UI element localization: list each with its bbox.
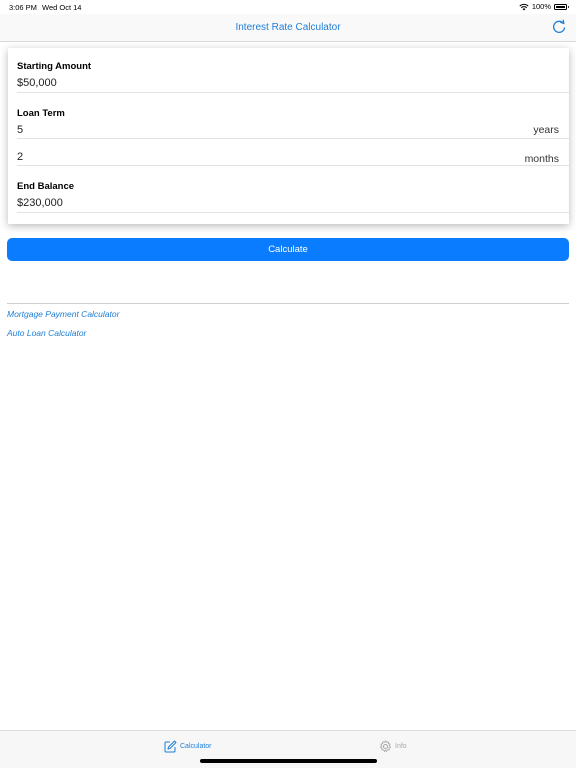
tab-calculator[interactable]: Calculator <box>164 740 212 753</box>
status-date: Wed Oct 14 <box>42 3 82 12</box>
status-bar: 3:06 PM Wed Oct 14 100% <box>0 0 576 14</box>
calculate-button[interactable]: Calculate <box>7 238 569 261</box>
end-balance-value: 230,000 <box>23 197 63 209</box>
end-balance-label: End Balance <box>17 181 75 192</box>
home-indicator <box>200 759 377 763</box>
starting-amount-label: Starting Amount <box>17 61 92 72</box>
end-balance-input[interactable]: $230,000 <box>17 197 63 209</box>
auto-loan-calculator-link[interactable]: Auto Loan Calculator <box>7 328 86 338</box>
battery-percent: 100% <box>531 2 551 11</box>
months-unit-label: months <box>524 153 559 165</box>
field-divider <box>17 212 569 213</box>
links-divider <box>7 303 569 304</box>
refresh-icon[interactable] <box>551 19 567 35</box>
gear-icon <box>379 740 392 752</box>
field-divider <box>17 92 569 93</box>
battery-icon <box>554 3 569 10</box>
wifi-icon <box>519 3 529 10</box>
field-divider <box>17 165 569 166</box>
tab-info-label: Info <box>395 743 407 750</box>
tab-info[interactable]: Info <box>379 740 407 753</box>
status-time: 3:06 PM <box>9 3 37 12</box>
page-title: Interest Rate Calculator <box>235 22 341 33</box>
mortgage-calculator-link[interactable]: Mortgage Payment Calculator <box>7 309 119 319</box>
years-unit-label: years <box>533 124 559 136</box>
field-divider <box>17 138 569 139</box>
status-indicators: 100% <box>519 2 569 11</box>
pencil-square-icon <box>164 740 177 753</box>
loan-term-label: Loan Term <box>17 108 65 119</box>
loan-term-years-input[interactable]: 5 <box>17 124 23 136</box>
calculator-form-card: Starting Amount $50,000 Loan Term 5 year… <box>8 48 569 224</box>
nav-bar: Interest Rate Calculator <box>0 14 576 42</box>
starting-amount-input[interactable]: $50,000 <box>17 77 57 89</box>
starting-amount-value: 50,000 <box>23 77 57 89</box>
tab-calculator-label: Calculator <box>180 743 212 750</box>
loan-term-months-input[interactable]: 2 <box>17 151 23 163</box>
